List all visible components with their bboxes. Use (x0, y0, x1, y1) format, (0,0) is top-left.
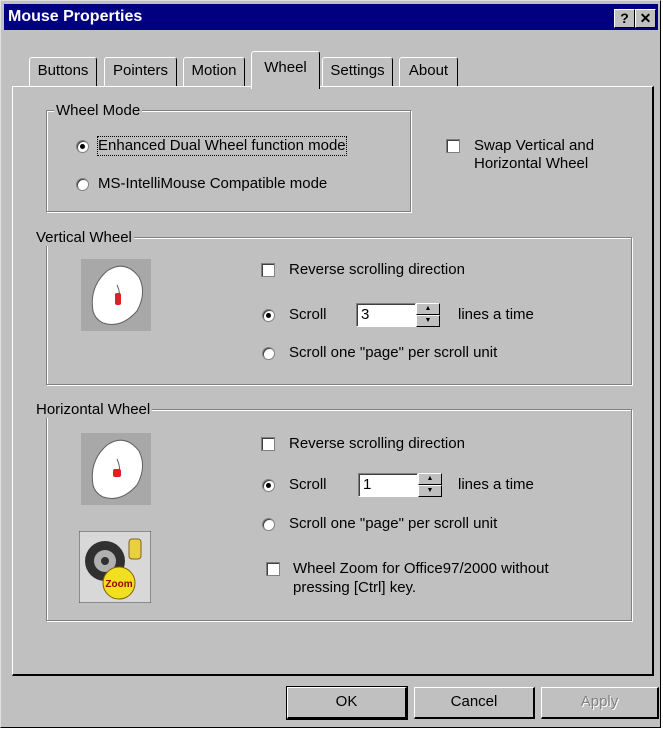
window-title: Mouse Properties (8, 8, 143, 25)
enhanced-dual-wheel-label[interactable]: Enhanced Dual Wheel function mode (97, 136, 347, 156)
apply-button[interactable]: Apply (541, 687, 659, 719)
tab-wheel[interactable]: Wheel (251, 51, 320, 89)
swap-wheel-checkbox[interactable] (446, 139, 460, 153)
tab-settings[interactable]: Settings (322, 57, 393, 86)
horizontal-scroll-label[interactable]: Scroll (289, 476, 327, 494)
ok-button[interactable]: OK (286, 686, 408, 720)
vertical-lines-suffix: lines a time (458, 306, 534, 323)
mouse-properties-window: Mouse Properties ? ✕ Buttons Pointers Mo… (0, 0, 661, 728)
vertical-scroll-radio[interactable] (262, 309, 275, 322)
vertical-lines-input[interactable]: 3 (356, 303, 416, 327)
title-bar: Mouse Properties ? ✕ (4, 4, 658, 30)
vertical-page-label[interactable]: Scroll one "page" per scroll unit (289, 344, 497, 362)
wheel-zoom-label-line2[interactable]: pressing [Ctrl] key. (293, 579, 416, 597)
horizontal-mouse-icon (81, 433, 151, 505)
horizontal-wheel-group-label: Horizontal Wheel (34, 401, 153, 418)
horizontal-lines-spinner[interactable]: 1 ▲ ▼ (358, 473, 444, 497)
horizontal-reverse-checkbox[interactable] (261, 437, 275, 451)
wheel-tab-panel: Wheel Mode Enhanced Dual Wheel function … (12, 86, 654, 676)
tab-buttons[interactable]: Buttons (29, 57, 97, 86)
horizontal-page-radio[interactable] (262, 518, 275, 531)
cancel-button[interactable]: Cancel (414, 687, 535, 719)
vertical-page-radio[interactable] (262, 347, 275, 360)
wheel-zoom-label-line1[interactable]: Wheel Zoom for Office97/2000 without (293, 560, 549, 578)
swap-wheel-label-line1[interactable]: Swap Vertical and (474, 137, 594, 155)
tab-pointers[interactable]: Pointers (104, 57, 177, 86)
horizontal-reverse-label[interactable]: Reverse scrolling direction (289, 435, 465, 453)
vertical-lines-down-button[interactable]: ▼ (416, 315, 440, 327)
zoom-icon-text: Zoom (105, 579, 132, 590)
wheel-zoom-checkbox[interactable] (266, 562, 280, 576)
wheel-mode-group (46, 110, 411, 212)
ms-intellimouse-label[interactable]: MS-IntelliMouse Compatible mode (98, 175, 327, 193)
horizontal-lines-down-button[interactable]: ▼ (418, 485, 442, 497)
horizontal-page-label[interactable]: Scroll one "page" per scroll unit (289, 515, 497, 533)
horizontal-lines-input[interactable]: 1 (358, 473, 418, 497)
vertical-reverse-checkbox[interactable] (261, 263, 275, 277)
swap-wheel-label-line2[interactable]: Horizontal Wheel (474, 155, 588, 173)
vertical-wheel-group-label: Vertical Wheel (34, 229, 134, 246)
wheel-zoom-icon: Zoom (78, 530, 152, 604)
vertical-lines-up-button[interactable]: ▲ (416, 303, 440, 315)
horizontal-scroll-radio[interactable] (262, 479, 275, 492)
enhanced-dual-wheel-radio[interactable] (76, 140, 89, 153)
vertical-mouse-icon (81, 259, 151, 331)
vertical-lines-spinner[interactable]: 3 ▲ ▼ (356, 303, 442, 327)
ms-intellimouse-radio[interactable] (76, 178, 89, 191)
wheel-mode-group-label: Wheel Mode (54, 102, 143, 119)
vertical-scroll-label[interactable]: Scroll (289, 306, 327, 324)
tab-motion[interactable]: Motion (183, 57, 245, 86)
help-button[interactable]: ? (614, 9, 635, 28)
tab-about[interactable]: About (399, 57, 458, 86)
horizontal-lines-up-button[interactable]: ▲ (418, 473, 442, 485)
close-button[interactable]: ✕ (635, 9, 656, 28)
horizontal-lines-suffix: lines a time (458, 476, 534, 493)
vertical-reverse-label[interactable]: Reverse scrolling direction (289, 261, 465, 279)
